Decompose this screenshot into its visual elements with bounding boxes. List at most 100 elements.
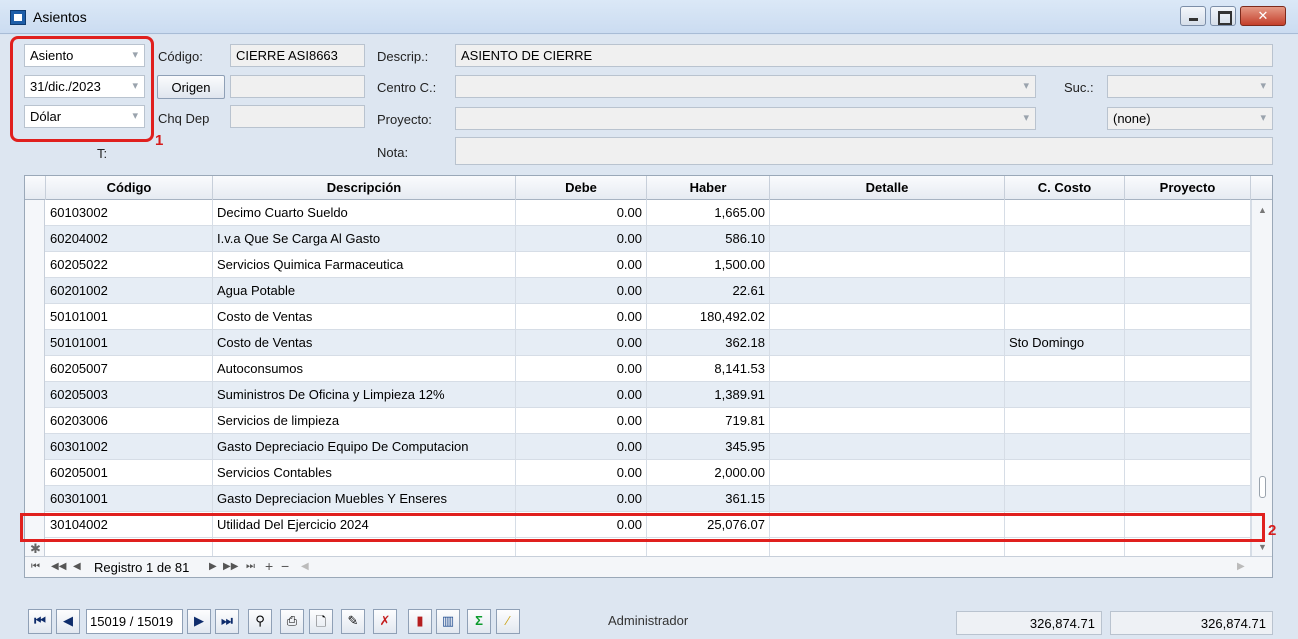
scroll-down-icon[interactable]: ▼ <box>1258 542 1267 552</box>
cell-haber[interactable]: 586.10 <box>647 226 770 252</box>
cell-debe[interactable]: 0.00 <box>516 486 647 512</box>
cell-c-costo[interactable] <box>1005 460 1125 486</box>
sum-button[interactable]: Σ <box>467 609 491 634</box>
vertical-scrollbar[interactable]: ▲ ▼ <box>1251 200 1272 556</box>
cell-detalle[interactable] <box>770 278 1005 304</box>
cell-detalle[interactable] <box>770 330 1005 356</box>
cell-proyecto[interactable] <box>1125 408 1251 434</box>
cell-debe[interactable]: 0.00 <box>516 226 647 252</box>
nav-add-icon[interactable]: + <box>265 558 273 574</box>
cell-debe[interactable]: 0.00 <box>516 252 647 278</box>
row-selector[interactable] <box>25 330 45 356</box>
row-selector[interactable] <box>25 304 45 330</box>
cell-codigo[interactable]: 60201002 <box>46 278 213 304</box>
cell-debe[interactable]: 0.00 <box>516 460 647 486</box>
cell-haber[interactable]: 361.15 <box>647 486 770 512</box>
cell-debe[interactable]: 0.00 <box>516 330 647 356</box>
table-row[interactable]: 60205001 Servicios Contables 0.00 2,000.00 <box>25 460 1251 486</box>
codigo-field[interactable]: CIERRE ASI8663 <box>230 44 365 67</box>
cell-detalle[interactable] <box>770 460 1005 486</box>
nota-field[interactable] <box>455 137 1273 165</box>
wizard-button[interactable]: ⁄ <box>496 609 520 634</box>
cell-c-costo[interactable] <box>1005 278 1125 304</box>
cell-detalle[interactable] <box>770 226 1005 252</box>
cell-descripcion[interactable]: Gasto Depreciacion Muebles Y Enseres <box>213 486 516 512</box>
table-row[interactable]: 60204002 I.v.a Que Se Carga Al Gasto 0.00 5… <box>25 226 1251 252</box>
chq-dep-field[interactable] <box>230 105 365 128</box>
cell-proyecto[interactable] <box>1125 382 1251 408</box>
cell-debe[interactable]: 0.00 <box>516 200 647 226</box>
nav-prev-icon[interactable]: ◀ <box>73 561 81 572</box>
row-selector[interactable] <box>25 252 45 278</box>
col-descripcion[interactable]: Descripción <box>213 176 516 200</box>
cell-codigo[interactable]: 50101001 <box>46 304 213 330</box>
col-codigo[interactable]: Código <box>46 176 213 200</box>
row-selector[interactable] <box>25 434 45 460</box>
table-row[interactable]: 60205007 Autoconsumos 0.00 8,141.53 <box>25 356 1251 382</box>
cell-c-costo[interactable] <box>1005 486 1125 512</box>
col-haber[interactable]: Haber <box>647 176 770 200</box>
cell-codigo[interactable]: 60205022 <box>46 252 213 278</box>
hscroll-right-icon[interactable]: ▶ <box>1237 561 1245 572</box>
edit-button[interactable]: ✎ <box>341 609 365 634</box>
table-row[interactable]: 50101001 Costo de Ventas 0.00 180,492.02 <box>25 304 1251 330</box>
cell-proyecto[interactable] <box>1125 278 1251 304</box>
table-row[interactable]: 60301001 Gasto Depreciacion Muebles Y Ens… <box>25 486 1251 512</box>
nav-remove-icon[interactable]: − <box>281 558 289 574</box>
cell-c-costo[interactable] <box>1005 252 1125 278</box>
next-record-button[interactable]: ▶ <box>187 609 211 634</box>
cell-descripcion[interactable]: Servicios Quimica Farmaceutica <box>213 252 516 278</box>
cell-codigo[interactable]: 60103002 <box>46 200 213 226</box>
hscroll-left-icon[interactable]: ◀ <box>301 561 309 572</box>
cell-proyecto[interactable] <box>1125 460 1251 486</box>
cell-haber[interactable]: 2,000.00 <box>647 460 770 486</box>
cell-codigo[interactable]: 60205007 <box>46 356 213 382</box>
col-c-costo[interactable]: C. Costo <box>1005 176 1125 200</box>
cell-descripcion[interactable]: Costo de Ventas <box>213 330 516 356</box>
search-button[interactable]: ⚲ <box>248 609 272 634</box>
cell-proyecto[interactable] <box>1125 434 1251 460</box>
row-selector[interactable] <box>25 486 45 512</box>
cell-debe[interactable]: 0.00 <box>516 382 647 408</box>
delete-button[interactable]: ✗ <box>373 609 397 634</box>
cell-haber[interactable]: 719.81 <box>647 408 770 434</box>
cell-detalle[interactable] <box>770 356 1005 382</box>
close-button[interactable]: ✕ <box>1240 6 1286 26</box>
table-row[interactable]: 60301002 Gasto Depreciacio Equipo De Comp… <box>25 434 1251 460</box>
cell-c-costo[interactable] <box>1005 200 1125 226</box>
cell-haber[interactable]: 180,492.02 <box>647 304 770 330</box>
nav-prev-page-icon[interactable]: ◀◀ <box>51 561 66 572</box>
last-record-button[interactable]: ⏭ <box>215 609 239 634</box>
descrip-field[interactable]: ASIENTO DE CIERRE <box>455 44 1273 67</box>
cell-haber[interactable]: 22.61 <box>647 278 770 304</box>
table-row[interactable]: 60103002 Decimo Cuarto Sueldo 0.00 1,665.00 <box>25 200 1251 226</box>
row-selector[interactable] <box>25 278 45 304</box>
row-selector[interactable] <box>25 382 45 408</box>
cell-c-costo[interactable] <box>1005 382 1125 408</box>
scroll-up-icon[interactable]: ▲ <box>1258 205 1267 215</box>
cell-proyecto[interactable] <box>1125 304 1251 330</box>
first-record-button[interactable]: ⏮ <box>28 609 52 634</box>
cell-haber[interactable]: 345.95 <box>647 434 770 460</box>
cell-haber[interactable]: 1,389.91 <box>647 382 770 408</box>
cell-proyecto[interactable] <box>1125 200 1251 226</box>
cell-codigo[interactable]: 60301002 <box>46 434 213 460</box>
cell-c-costo[interactable]: Sto Domingo <box>1005 330 1125 356</box>
cell-codigo[interactable]: 60203006 <box>46 408 213 434</box>
cell-debe[interactable]: 0.00 <box>516 356 647 382</box>
cell-codigo[interactable]: 60205003 <box>46 382 213 408</box>
suc-combo[interactable] <box>1107 75 1273 98</box>
table-row[interactable]: 60205022 Servicios Quimica Farmaceutica 0.… <box>25 252 1251 278</box>
cell-proyecto[interactable] <box>1125 330 1251 356</box>
proyecto-combo[interactable] <box>455 107 1036 130</box>
cell-haber[interactable]: 362.18 <box>647 330 770 356</box>
col-proyecto[interactable]: Proyecto <box>1125 176 1251 200</box>
cell-codigo[interactable]: 60205001 <box>46 460 213 486</box>
cell-proyecto[interactable] <box>1125 226 1251 252</box>
cell-detalle[interactable] <box>770 486 1005 512</box>
cell-detalle[interactable] <box>770 434 1005 460</box>
row-selector[interactable] <box>25 460 45 486</box>
cell-haber[interactable]: 8,141.53 <box>647 356 770 382</box>
table-row[interactable]: 60205003 Suministros De Oficina y Limpiez… <box>25 382 1251 408</box>
cell-detalle[interactable] <box>770 304 1005 330</box>
